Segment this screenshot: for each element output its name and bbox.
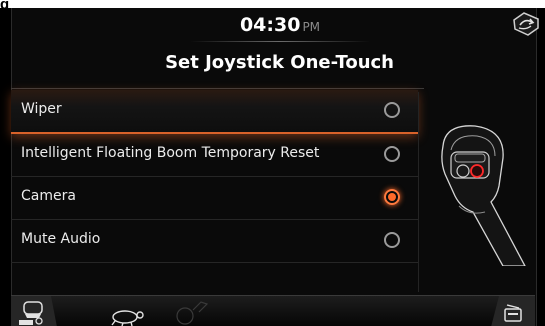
option-label: Intelligent Floating Boom Temporary Rese… bbox=[21, 145, 320, 161]
radio-button[interactable] bbox=[384, 232, 400, 248]
page-title: Set Joystick One-Touch bbox=[165, 52, 394, 73]
radio-icon[interactable] bbox=[491, 296, 535, 326]
engine-auto-icon[interactable] bbox=[11, 296, 57, 326]
undo-arrow-icon[interactable] bbox=[508, 10, 542, 38]
clock-ampm: PM bbox=[302, 20, 321, 34]
option-list: Wiper Intelligent Floating Boom Temporar… bbox=[11, 90, 418, 263]
bottom-dock bbox=[11, 295, 535, 326]
option-row-wiper[interactable]: Wiper bbox=[11, 90, 418, 134]
option-label: Camera bbox=[21, 188, 76, 204]
clock: 04:30 PM bbox=[220, 14, 340, 40]
hare-speed-icon[interactable] bbox=[161, 296, 221, 326]
option-label: Mute Audio bbox=[21, 231, 101, 247]
header-divider bbox=[190, 41, 370, 42]
option-row-mute-audio[interactable]: Mute Audio bbox=[11, 220, 418, 263]
radio-button-selected[interactable] bbox=[384, 189, 400, 205]
joystick-illustration bbox=[425, 116, 535, 266]
radio-button[interactable] bbox=[384, 102, 400, 118]
clock-time: 04:30 bbox=[239, 14, 301, 36]
turtle-speed-icon[interactable] bbox=[103, 296, 151, 326]
option-row-camera[interactable]: Camera bbox=[11, 177, 418, 220]
option-row-floating-boom-reset[interactable]: Intelligent Floating Boom Temporary Rese… bbox=[11, 134, 418, 177]
display-screen: 04:30 PM Set Joystick One-Touch Wiper Int… bbox=[0, 8, 545, 326]
option-label: Wiper bbox=[21, 101, 62, 117]
panel-divider bbox=[418, 92, 419, 292]
radio-button[interactable] bbox=[384, 146, 400, 162]
title-row: Set Joystick One-Touch bbox=[11, 48, 424, 89]
